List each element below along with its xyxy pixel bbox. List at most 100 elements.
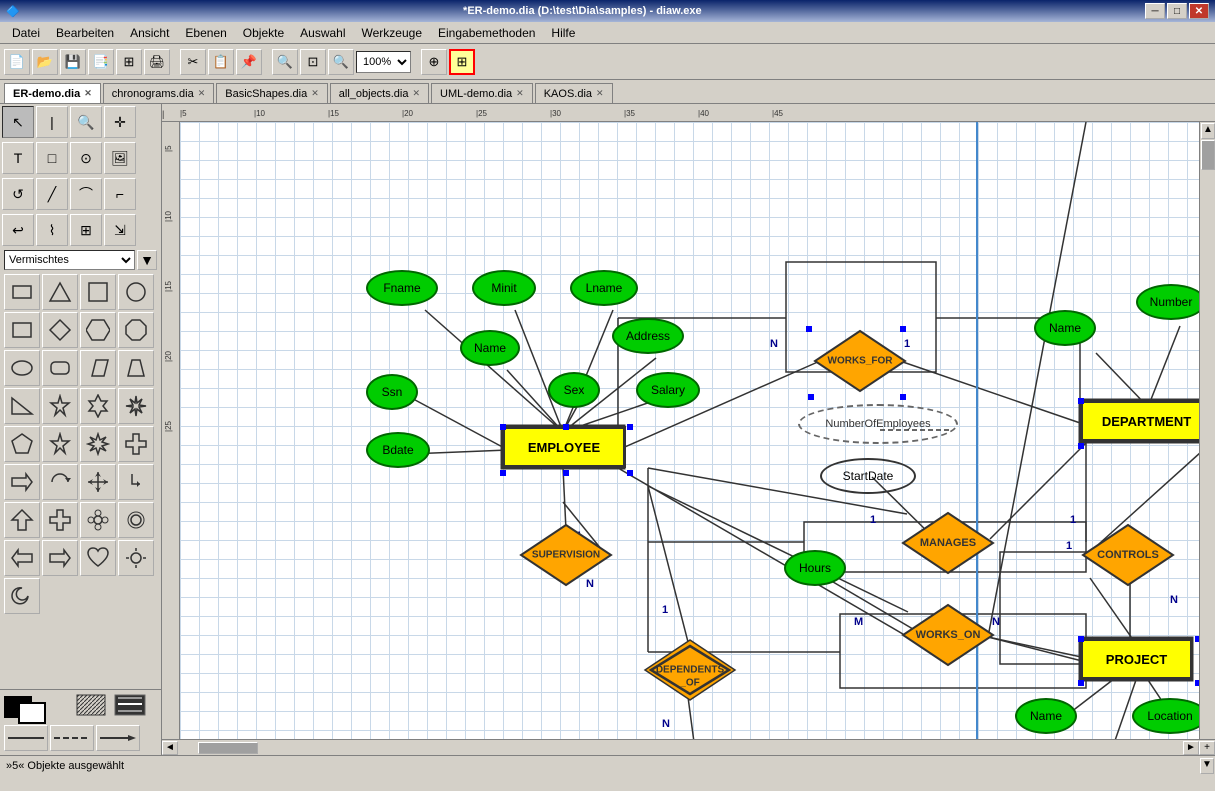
arrow-style[interactable]: [96, 725, 140, 751]
shape-ellipse[interactable]: [4, 350, 40, 386]
cut-button[interactable]: ✂: [180, 49, 206, 75]
scrollbar-horizontal[interactable]: ◄ ► +: [162, 739, 1215, 755]
copy-button[interactable]: 📋: [208, 49, 234, 75]
shape-arrow-r[interactable]: [4, 464, 40, 500]
tab-2[interactable]: BasicShapes.dia✕: [216, 83, 328, 103]
element-tool[interactable]: ⊙: [70, 142, 102, 174]
shape-hexagon[interactable]: [80, 312, 116, 348]
shape-plus[interactable]: [42, 502, 78, 538]
shape-parallelogram[interactable]: [80, 350, 116, 386]
attr-bdate[interactable]: Bdate: [366, 432, 430, 468]
menu-item-bearbeiten[interactable]: Bearbeiten: [48, 24, 122, 42]
close-button[interactable]: ✕: [1189, 3, 1209, 19]
menu-item-ebenen[interactable]: Ebenen: [177, 24, 234, 42]
zoom-tool[interactable]: 🔍: [70, 106, 102, 138]
menu-item-auswahl[interactable]: Auswahl: [292, 24, 353, 42]
snap-button[interactable]: ⊕: [421, 49, 447, 75]
tab-close-4[interactable]: ✕: [516, 88, 524, 99]
entity-employee[interactable]: EMPLOYEE: [502, 426, 626, 468]
menu-item-ansicht[interactable]: Ansicht: [122, 24, 177, 42]
shape-arrow-up[interactable]: [4, 502, 40, 538]
zoom-select[interactable]: 100%: [356, 51, 411, 73]
shape-flower[interactable]: [80, 502, 116, 538]
zoom-in-button[interactable]: 🔍: [328, 49, 354, 75]
shape-rect[interactable]: [4, 274, 40, 310]
line-tool[interactable]: ╱: [36, 178, 68, 210]
shape-starburst[interactable]: [118, 388, 154, 424]
shape-rounded-rect[interactable]: [42, 350, 78, 386]
attr-address[interactable]: Address: [612, 318, 684, 354]
shape-star-8[interactable]: [80, 426, 116, 462]
image-tool[interactable]: 🖼: [104, 142, 136, 174]
zoom-fit-button[interactable]: ⊡: [300, 49, 326, 75]
select-tool[interactable]: ↖: [2, 106, 34, 138]
shape-square[interactable]: [80, 274, 116, 310]
attr-sex[interactable]: Sex: [548, 372, 600, 408]
text-tool[interactable]: T: [2, 142, 34, 174]
attr-hours[interactable]: Hours: [784, 550, 846, 586]
attr-name-emp[interactable]: Name: [460, 330, 520, 366]
layers-button[interactable]: ⊞: [116, 49, 142, 75]
attr-lname[interactable]: Lname: [570, 270, 638, 306]
polyline-tool[interactable]: ⌇: [36, 214, 68, 246]
entity-department[interactable]: DEPARTMENT: [1080, 400, 1199, 442]
shape-star5[interactable]: [42, 388, 78, 424]
attr-ssn[interactable]: Ssn: [366, 374, 418, 410]
crop-tool[interactable]: ⊞: [70, 214, 102, 246]
attr-salary[interactable]: Salary: [636, 372, 700, 408]
new-button[interactable]: 📄: [4, 49, 30, 75]
shape-star-sun[interactable]: [118, 540, 154, 576]
shape-arrows4[interactable]: [80, 464, 116, 500]
zigzag-tool[interactable]: ⌐: [104, 178, 136, 210]
bezier2-tool[interactable]: ↩: [2, 214, 34, 246]
menu-item-eingabemethoden[interactable]: Eingabemethoden: [430, 24, 543, 42]
tab-3[interactable]: all_objects.dia✕: [330, 83, 429, 103]
shape-crescent[interactable]: [4, 578, 40, 614]
tab-close-2[interactable]: ✕: [311, 88, 319, 99]
menu-item-datei[interactable]: Datei: [4, 24, 48, 42]
bezier-tool[interactable]: ↺: [2, 178, 34, 210]
category-expand[interactable]: ▼: [137, 250, 157, 270]
text-cursor-tool[interactable]: |: [36, 106, 68, 138]
menu-item-hilfe[interactable]: Hilfe: [543, 24, 583, 42]
move-tool[interactable]: ✛: [104, 106, 136, 138]
tab-close-1[interactable]: ✕: [198, 88, 206, 99]
scrollbar-right[interactable]: ▲ ▼: [1199, 122, 1215, 739]
shape-arrows-bend[interactable]: [118, 464, 154, 500]
relation-works-for[interactable]: WORKS_FOR: [812, 328, 908, 394]
minimize-button[interactable]: ─: [1145, 3, 1165, 19]
attr-name-dept[interactable]: Name: [1034, 310, 1096, 346]
shape-right-tri[interactable]: [4, 388, 40, 424]
tab-5[interactable]: KAOS.dia✕: [535, 83, 613, 103]
attr-name-proj[interactable]: Name: [1015, 698, 1077, 734]
shape-triangle[interactable]: [42, 274, 78, 310]
shape-arrow-refresh[interactable]: [42, 464, 78, 500]
relation-works-on[interactable]: WORKS_ON: [900, 602, 996, 668]
save-button[interactable]: 💾: [60, 49, 86, 75]
tab-1[interactable]: chronograms.dia✕: [103, 83, 214, 103]
tab-4[interactable]: UML-demo.dia✕: [431, 83, 533, 103]
attr-number-dept[interactable]: Number: [1136, 284, 1199, 320]
tab-close-3[interactable]: ✕: [412, 88, 420, 99]
attr-startdate[interactable]: StartDate: [820, 458, 916, 494]
attr-minit[interactable]: Minit: [472, 270, 536, 306]
shape-circle[interactable]: [118, 274, 154, 310]
line-style-1[interactable]: [4, 725, 48, 751]
open-button[interactable]: 📂: [32, 49, 58, 75]
relation-supervision[interactable]: SUPERVISION: [518, 522, 614, 588]
attr-number-of-employees[interactable]: NumberOfEmployees: [798, 404, 958, 444]
relation-manages[interactable]: MANAGES: [900, 510, 996, 576]
line-style-2[interactable]: [50, 725, 94, 751]
shape-star6[interactable]: [80, 388, 116, 424]
shape-heart[interactable]: [80, 540, 116, 576]
attr-location-proj[interactable]: Location: [1132, 698, 1199, 734]
save-as-button[interactable]: 📑: [88, 49, 114, 75]
pattern-button[interactable]: [76, 694, 106, 719]
relation-controls[interactable]: CONTROLS: [1080, 522, 1176, 588]
shape-arrow-left[interactable]: [4, 540, 40, 576]
print-button[interactable]: 🖨: [144, 49, 170, 75]
tab-close-5[interactable]: ✕: [596, 88, 604, 99]
zoom-out-button[interactable]: 🔍: [272, 49, 298, 75]
shape-gear[interactable]: [118, 502, 154, 538]
shape-pentagon[interactable]: [4, 426, 40, 462]
